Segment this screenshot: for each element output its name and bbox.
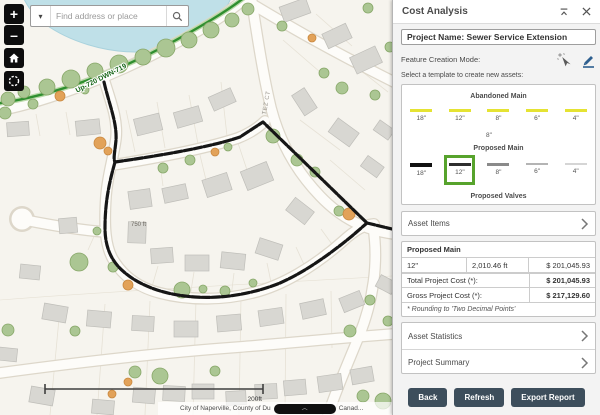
home-icon bbox=[8, 52, 20, 64]
gross-cost-row: Gross Project Cost (*): $ 217,129.60 bbox=[402, 287, 595, 302]
pencil-icon bbox=[580, 52, 596, 68]
dock-handle[interactable]: ︿ bbox=[274, 404, 336, 414]
search-input[interactable] bbox=[51, 6, 166, 26]
home-button[interactable] bbox=[4, 48, 24, 68]
distance-label: 750 ft bbox=[131, 222, 146, 228]
asset-cost: $ 201,045.93 bbox=[528, 258, 595, 272]
magic-wand-pointer-icon bbox=[556, 52, 572, 68]
close-panel-button[interactable] bbox=[578, 4, 594, 20]
locate-button[interactable] bbox=[4, 71, 24, 91]
collapse-icon bbox=[559, 7, 569, 17]
rounding-footnote: * Rounding to 'Two Decimal Points' bbox=[402, 302, 595, 316]
asset-items-accordion[interactable]: Asset Items bbox=[401, 211, 596, 236]
project-name-box: Project Name: Sewer Service Extension bbox=[401, 29, 596, 45]
project-summary-label: Project Summary bbox=[408, 358, 580, 367]
panel-title: Cost Analysis bbox=[393, 6, 556, 17]
project-summary-accordion[interactable]: Project Summary bbox=[402, 349, 595, 375]
back-button[interactable]: Back bbox=[408, 388, 447, 407]
total-cost-row: Total Project Cost (*): $ 201,045.93 bbox=[402, 272, 595, 287]
project-name-label: Project Name: Sewer Service Extension bbox=[407, 32, 567, 42]
search-source-dropdown[interactable]: ▾ bbox=[31, 6, 51, 26]
zoom-out-button[interactable]: – bbox=[4, 25, 24, 45]
export-report-button[interactable]: Export Report bbox=[511, 388, 584, 407]
gross-cost-value: $ 217,129.60 bbox=[529, 288, 595, 302]
template-row-proposed: 18" 12" 8" 6" 4" bbox=[402, 163, 595, 177]
cost-table-row: 12" 2,010.46 ft $ 201,045.93 bbox=[402, 257, 595, 272]
search-bar: ▾ bbox=[30, 5, 189, 27]
template-prompt: Select a template to create new assets: bbox=[401, 72, 523, 79]
chevron-right-icon bbox=[580, 217, 589, 231]
template-item[interactable]: 18" bbox=[402, 163, 441, 177]
template-item-selected[interactable]: 12" bbox=[441, 163, 480, 177]
action-buttons: Back Refresh Export Report bbox=[393, 388, 600, 407]
feature-creation-mode-label: Feature Creation Mode: bbox=[401, 55, 555, 64]
template-item[interactable]: 12" bbox=[441, 109, 480, 122]
chevron-right-icon bbox=[580, 356, 589, 370]
draw-mode-button[interactable] bbox=[579, 51, 596, 68]
template-item[interactable]: 18" bbox=[402, 109, 441, 122]
asset-length: 2,010.46 ft bbox=[466, 258, 528, 272]
app-window: Up-720 DWN-719 TEZ CT 750 ft 200ft + – ▾ bbox=[0, 0, 600, 415]
search-button[interactable] bbox=[166, 6, 188, 26]
cost-analysis-panel: Cost Analysis Project Name: Sewer Servic… bbox=[392, 0, 600, 415]
cost-table-section-header: Proposed Main bbox=[402, 242, 595, 257]
template-item[interactable]: 6" bbox=[518, 163, 557, 177]
panel-header: Cost Analysis bbox=[393, 0, 600, 24]
zoom-in-button[interactable]: + bbox=[4, 4, 24, 24]
template-item[interactable]: 8" bbox=[479, 163, 518, 177]
template-item[interactable]: 4" bbox=[556, 163, 595, 177]
template-group-title-proposed: Proposed Main bbox=[402, 145, 595, 152]
locate-icon bbox=[7, 74, 21, 88]
chevron-right-icon bbox=[580, 329, 589, 343]
template-group-title-abandoned: Abandoned Main bbox=[402, 93, 595, 100]
template-picker: Abandoned Main 18" 12" 8" 6" 4" bbox=[401, 84, 596, 205]
template-item[interactable]: 8" bbox=[479, 109, 518, 122]
template-item[interactable]: 4" bbox=[556, 109, 595, 122]
search-icon bbox=[172, 11, 183, 22]
refresh-button[interactable]: Refresh bbox=[454, 388, 504, 407]
asset-items-label: Asset Items bbox=[408, 219, 580, 228]
template-row-abandoned: 18" 12" 8" 6" 4" bbox=[402, 109, 595, 122]
cost-summary-table: Proposed Main 12" 2,010.46 ft $ 201,045.… bbox=[401, 241, 596, 317]
asset-statistics-accordion[interactable]: Asset Statistics bbox=[402, 323, 595, 349]
accordion-group: Asset Statistics Project Summary bbox=[401, 322, 596, 374]
template-item[interactable]: 8" bbox=[474, 132, 504, 139]
collapse-panel-button[interactable] bbox=[556, 4, 572, 20]
attribution-text-left: City of Naperville, County of Du bbox=[180, 405, 271, 412]
template-group-title-valves: Proposed Valves bbox=[402, 193, 595, 200]
total-cost-value: $ 201,045.93 bbox=[529, 274, 595, 287]
feature-creation-mode-row: Feature Creation Mode: bbox=[401, 50, 596, 69]
asset-size: 12" bbox=[402, 261, 466, 270]
map-canvas[interactable]: Up-720 DWN-719 TEZ CT 750 ft 200ft bbox=[0, 0, 392, 415]
total-cost-label: Total Project Cost (*): bbox=[402, 276, 529, 285]
attribution-text-right: Canad... bbox=[339, 405, 364, 412]
gross-cost-label: Gross Project Cost (*): bbox=[402, 291, 529, 300]
smart-trace-mode-button[interactable] bbox=[555, 51, 572, 68]
asset-statistics-label: Asset Statistics bbox=[408, 332, 580, 341]
close-icon bbox=[582, 7, 591, 16]
template-item[interactable]: 6" bbox=[518, 109, 557, 122]
